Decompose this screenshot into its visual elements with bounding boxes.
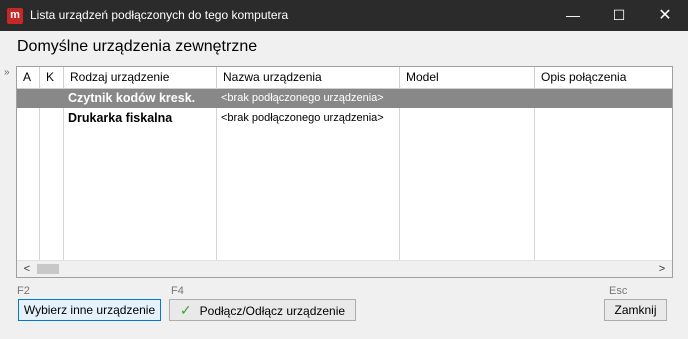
- table-row-fiscal-printer[interactable]: Drukarka fiskalna <brak podłączonego urz…: [17, 109, 672, 128]
- column-header-k[interactable]: K: [40, 67, 64, 88]
- minimize-button[interactable]: —: [550, 0, 596, 31]
- row-indicator-icon: »: [4, 67, 10, 78]
- shortcut-esc-label: Esc: [609, 285, 628, 297]
- cell-connection: [535, 109, 672, 128]
- grid-header: A K Rodzaj urządzenie Nazwa urządzenia M…: [17, 67, 672, 89]
- cell-device-type: Czytnik kodów kresk.: [68, 91, 196, 105]
- table-row-barcode-reader[interactable]: Czytnik kodów kresk. <brak podłączonego …: [17, 89, 672, 108]
- select-other-device-button[interactable]: Wybierz inne urządzenie: [18, 299, 161, 321]
- title-bar[interactable]: m Lista urządzeń podłączonych do tego ko…: [0, 0, 688, 31]
- connect-disconnect-label: Podłącz/Odłącz urządzenie: [199, 304, 346, 318]
- cell-a: [17, 109, 39, 128]
- cell-device-name: <brak podłączonego urządzenia>: [221, 112, 384, 124]
- section-title: Domyślne urządzenia zewnętrzne: [17, 38, 258, 55]
- scroll-left-icon[interactable]: <: [19, 261, 35, 277]
- close-window-button[interactable]: ✕: [642, 0, 688, 31]
- checkmark-icon: ✓: [179, 302, 192, 318]
- column-header-a[interactable]: A: [17, 67, 40, 88]
- cell-model: [400, 109, 534, 128]
- column-header-device-name[interactable]: Nazwa urządzenia: [217, 67, 400, 88]
- connect-disconnect-button[interactable]: ✓ Podłącz/Odłącz urządzenie: [169, 299, 356, 321]
- cell-connection: [535, 89, 672, 108]
- app-logo-icon: m: [7, 8, 23, 24]
- cell-device-name: <brak podłączonego urządzenia>: [221, 92, 384, 104]
- horizontal-scrollbar[interactable]: < >: [17, 260, 672, 277]
- cell-device-type: Drukarka fiskalna: [68, 111, 173, 125]
- device-list-window: m Lista urządzeń podłączonych do tego ko…: [0, 0, 688, 339]
- shortcut-f4-label: F4: [171, 285, 184, 297]
- maximize-button[interactable]: ☐: [596, 0, 642, 31]
- devices-grid[interactable]: A K Rodzaj urządzenie Nazwa urządzenia M…: [16, 66, 673, 278]
- cell-k: [40, 89, 63, 108]
- scroll-thumb[interactable]: [37, 264, 59, 274]
- cell-a: [17, 89, 39, 108]
- column-header-connection[interactable]: Opis połączenia: [535, 67, 672, 88]
- close-button[interactable]: Zamknij: [604, 299, 667, 321]
- shortcut-f2-label: F2: [17, 285, 30, 297]
- cell-model: [400, 89, 534, 108]
- column-header-device-type[interactable]: Rodzaj urządzenie: [64, 67, 217, 88]
- window-title: Lista urządzeń podłączonych do tego komp…: [30, 8, 289, 22]
- column-header-model[interactable]: Model: [400, 67, 535, 88]
- cell-k: [40, 109, 63, 128]
- scroll-right-icon[interactable]: >: [654, 261, 670, 277]
